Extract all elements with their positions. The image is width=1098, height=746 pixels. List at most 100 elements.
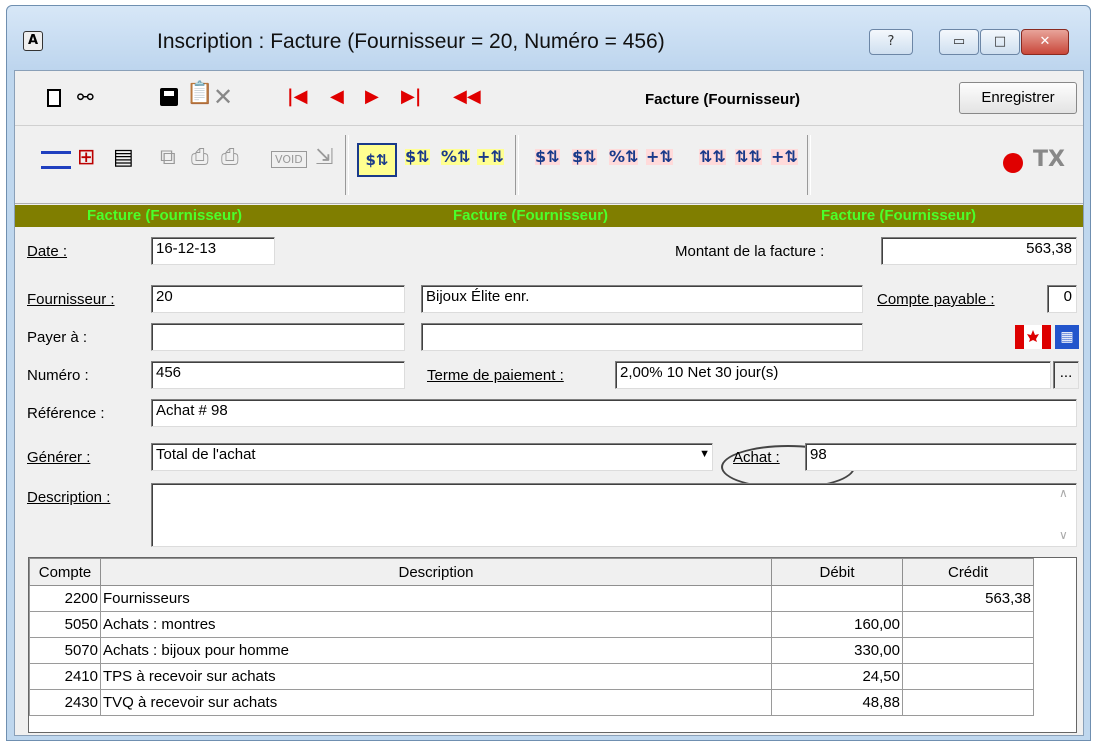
close-button[interactable]: ✕: [1021, 29, 1069, 55]
grid-view-icon[interactable]: ▦: [1055, 325, 1079, 349]
table-row[interactable]: 2200 Fournisseurs 563,38: [29, 585, 1034, 612]
terme-browse-button[interactable]: ...: [1053, 361, 1079, 389]
cell-description[interactable]: Achats : bijoux pour homme: [100, 637, 772, 664]
stop-icon[interactable]: [1003, 153, 1023, 173]
cell-debit[interactable]: 24,50: [771, 663, 903, 690]
generer-label: Générer :: [27, 449, 91, 466]
description-field[interactable]: [151, 483, 1077, 547]
achat-field[interactable]: 98: [805, 443, 1077, 471]
save-disk-icon[interactable]: [160, 88, 178, 106]
banner-label-center: Facture (Fournisseur): [453, 207, 609, 224]
cell-credit[interactable]: [902, 663, 1034, 690]
plus-swap-icon[interactable]: +⇅: [477, 149, 504, 165]
print-batch-icon[interactable]: ⎙: [221, 147, 239, 169]
journal-lines-icon[interactable]: [41, 151, 71, 169]
scroll-down-icon[interactable]: ∨: [1059, 529, 1068, 541]
fournisseur-name-field[interactable]: Bijoux Élite enr.: [421, 285, 863, 313]
void-icon[interactable]: VOID: [271, 151, 307, 168]
compte-payable-field[interactable]: 0: [1047, 285, 1077, 313]
reference-field[interactable]: Achat # 98: [151, 399, 1077, 427]
cell-description[interactable]: TPS à recevoir sur achats: [100, 663, 772, 690]
payer-name-field[interactable]: [421, 323, 863, 351]
save-button[interactable]: Enregistrer: [959, 82, 1077, 114]
numero-label: Numéro :: [27, 367, 89, 384]
column-header-debit[interactable]: Débit: [771, 558, 903, 586]
generer-select[interactable]: Total de l'achat ▼: [151, 443, 713, 471]
cell-debit[interactable]: 330,00: [771, 637, 903, 664]
column-header-compte[interactable]: Compte: [29, 558, 101, 586]
rewind-icon[interactable]: ◀◀: [453, 88, 481, 106]
payer-field[interactable]: [151, 323, 405, 351]
cell-description[interactable]: TVQ à recevoir sur achats: [100, 689, 772, 716]
table-row[interactable]: 5070 Achats : bijoux pour homme 330,00: [29, 637, 1034, 664]
report-icon[interactable]: ▤: [113, 147, 134, 169]
currency-swap-icon[interactable]: $⇅: [405, 149, 430, 165]
title-bar[interactable]: A Inscription : Facture (Fournisseur = 2…: [7, 6, 1090, 70]
percent-swap-icon[interactable]: %⇅: [441, 149, 471, 165]
montant-field[interactable]: 563,38: [881, 237, 1077, 265]
journal-grid: Compte Description Débit Crédit 2200 Fou…: [28, 557, 1077, 733]
cell-compte[interactable]: 2430: [29, 689, 101, 716]
date-field[interactable]: 16-12-13: [151, 237, 275, 265]
cell-debit[interactable]: 160,00: [771, 611, 903, 638]
previous-record-icon[interactable]: ◀: [330, 88, 344, 106]
allocation-icon-2[interactable]: $⇅: [572, 149, 597, 165]
numero-field[interactable]: 456: [151, 361, 405, 389]
fournisseur-field[interactable]: 20: [151, 285, 405, 313]
banner-label-left: Facture (Fournisseur): [87, 207, 243, 224]
split-entry-icon[interactable]: ⊞: [77, 147, 95, 169]
next-record-icon[interactable]: ▶: [365, 88, 379, 106]
allocation-icon-1[interactable]: $⇅: [535, 149, 560, 165]
allocation-icon-7[interactable]: +⇅: [771, 149, 798, 165]
cell-credit[interactable]: [902, 637, 1034, 664]
main-toolbar: ⚯ 📋 ✕ |◀ ◀ ▶ ▶| ◀◀ Facture (Fournisseur)…: [15, 71, 1083, 126]
minimize-button[interactable]: ▭: [939, 29, 979, 55]
table-row[interactable]: 2410 TPS à recevoir sur achats 24,50: [29, 663, 1034, 690]
chevron-down-icon[interactable]: ▼: [699, 448, 710, 460]
allocation-icon-4[interactable]: +⇅: [646, 149, 673, 165]
allocation-icon-6[interactable]: ⇅⇅: [735, 149, 762, 165]
form-banner: Facture (Fournisseur) Facture (Fournisse…: [15, 205, 1083, 227]
cell-debit[interactable]: 48,88: [771, 689, 903, 716]
montant-label: Montant de la facture :: [675, 243, 825, 260]
cell-credit[interactable]: [902, 611, 1034, 638]
cell-credit[interactable]: [902, 689, 1034, 716]
last-record-icon[interactable]: ▶|: [401, 88, 421, 106]
canada-flag-icon[interactable]: [1015, 325, 1051, 349]
scroll-up-icon[interactable]: ∧: [1059, 487, 1068, 499]
cell-description[interactable]: Fournisseurs: [100, 585, 772, 612]
toolbar-separator: [515, 135, 519, 195]
binoculars-icon[interactable]: ⚯: [77, 87, 94, 107]
copy-paste-icon[interactable]: 📋: [186, 83, 213, 105]
new-document-icon[interactable]: [47, 89, 61, 107]
cell-compte[interactable]: 5050: [29, 611, 101, 638]
client-area: ⚯ 📋 ✕ |◀ ◀ ▶ ▶| ◀◀ Facture (Fournisseur)…: [14, 70, 1084, 736]
table-row[interactable]: 5050 Achats : montres 160,00: [29, 611, 1034, 638]
banner-label-right: Facture (Fournisseur): [821, 207, 977, 224]
currency-mode-icon[interactable]: $⇅: [357, 143, 397, 177]
first-record-icon[interactable]: |◀: [287, 88, 307, 106]
payer-label: Payer à :: [27, 329, 88, 346]
cell-compte[interactable]: 2410: [29, 663, 101, 690]
cell-debit[interactable]: [771, 585, 903, 612]
cell-credit[interactable]: 563,38: [902, 585, 1034, 612]
cell-compte[interactable]: 2200: [29, 585, 101, 612]
allocation-icon-3[interactable]: %⇅: [609, 149, 639, 165]
compte-payable-label: Compte payable :: [877, 291, 995, 308]
column-header-description[interactable]: Description: [100, 558, 772, 586]
journal-table: Compte Description Débit Crédit 2200 Fou…: [29, 558, 1034, 716]
cell-description[interactable]: Achats : montres: [100, 611, 772, 638]
delete-x-icon[interactable]: ✕: [213, 85, 233, 109]
column-header-credit[interactable]: Crédit: [902, 558, 1034, 586]
allocation-icon-5[interactable]: ⇅⇅: [699, 149, 726, 165]
table-row[interactable]: 2430 TVQ à recevoir sur achats 48,88: [29, 689, 1034, 716]
cell-compte[interactable]: 5070: [29, 637, 101, 664]
print-icon[interactable]: ⎙: [191, 147, 209, 169]
export-icon[interactable]: ⇲: [315, 147, 333, 169]
tax-icon[interactable]: TX: [1033, 149, 1065, 171]
maximize-button[interactable]: □: [980, 29, 1020, 55]
app-window: A Inscription : Facture (Fournisseur = 2…: [6, 5, 1091, 741]
duplicate-icon[interactable]: ⧉: [160, 147, 176, 169]
help-button[interactable]: ?: [869, 29, 913, 55]
terme-field[interactable]: 2,00% 10 Net 30 jour(s): [615, 361, 1051, 389]
